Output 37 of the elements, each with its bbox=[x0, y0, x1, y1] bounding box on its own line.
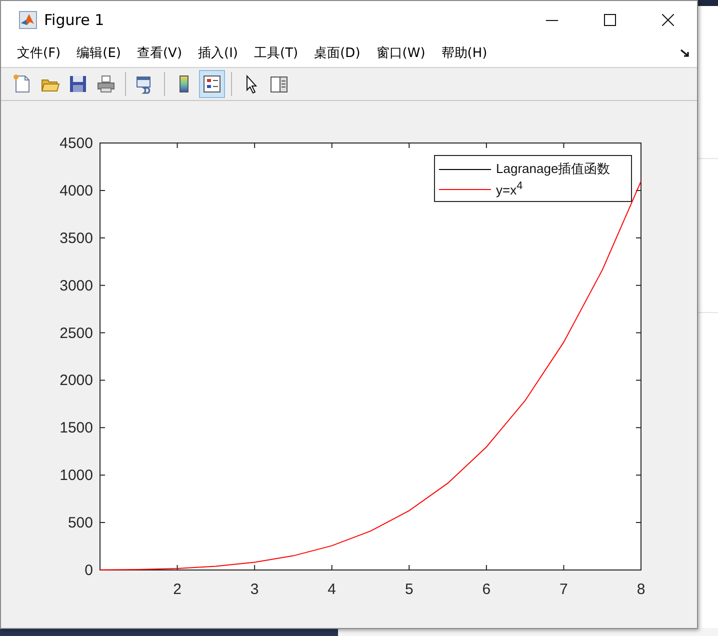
y-tick-label: 500 bbox=[68, 514, 93, 532]
peak-logo-icon bbox=[19, 11, 37, 29]
maximize-icon bbox=[604, 14, 616, 26]
y-tick-label: 2000 bbox=[60, 372, 93, 390]
toolbar-button[interactable] bbox=[199, 70, 225, 98]
property-panel-icon bbox=[269, 74, 289, 94]
menu-item[interactable]: 工具(T) bbox=[246, 42, 306, 64]
x-tick-label: 4 bbox=[328, 581, 336, 598]
legend-icon bbox=[202, 74, 222, 94]
x-tick-label: 5 bbox=[404, 581, 414, 598]
y-tick-label: 2500 bbox=[60, 324, 93, 342]
y-tick-label: 1500 bbox=[60, 420, 93, 437]
menu-item[interactable]: 窗口(W) bbox=[368, 42, 434, 64]
menu-item[interactable]: 编辑(E) bbox=[68, 42, 129, 64]
menu-item[interactable]: 帮助(H) bbox=[433, 42, 496, 64]
x-tick-label: 8 bbox=[636, 581, 646, 598]
window-title: Figure 1 bbox=[44, 11, 104, 29]
menu-item[interactable]: 查看(V) bbox=[128, 42, 190, 64]
close-icon bbox=[662, 14, 674, 26]
y-tick-label: 4000 bbox=[60, 182, 93, 200]
x-tick-label: 6 bbox=[482, 581, 491, 598]
y-tick-label: 4500 bbox=[60, 135, 93, 152]
y-tick-label: 3000 bbox=[60, 277, 93, 294]
legend-label: Lagranage插值函数 bbox=[496, 160, 610, 178]
y-tick-label: 3500 bbox=[60, 230, 93, 247]
legend-label: y=x$^{4}$ bbox=[496, 180, 523, 198]
x-tick-label: 7 bbox=[560, 581, 568, 598]
collapse-arrow-icon[interactable] bbox=[680, 48, 691, 58]
x-tick-label: 2 bbox=[173, 581, 182, 598]
y-tick-label: 1000 bbox=[60, 467, 93, 484]
x-tick-label: 3 bbox=[250, 581, 259, 598]
menu-item[interactable]: 插入(I) bbox=[190, 42, 246, 64]
new-file-icon bbox=[12, 74, 32, 94]
y-tick-label: 0 bbox=[84, 562, 93, 579]
printer-icon bbox=[96, 74, 116, 94]
menu-item[interactable]: 桌面(D) bbox=[306, 42, 368, 64]
menu-item[interactable]: 文件(F) bbox=[9, 42, 69, 64]
